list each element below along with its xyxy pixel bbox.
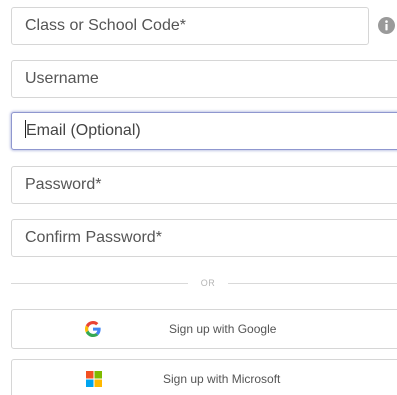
confirm-password-placeholder: Confirm Password* [25, 229, 162, 246]
google-signup-label: Sign up with Google [169, 322, 277, 336]
or-divider: OR [11, 278, 397, 288]
info-icon[interactable] [378, 17, 395, 34]
confirm-password-input[interactable]: Confirm Password* [11, 219, 397, 257]
google-g-icon [85, 321, 101, 337]
or-label: OR [200, 278, 216, 288]
google-signup-button[interactable]: Sign up with Google [11, 309, 397, 349]
email-placeholder: Email (Optional) [26, 122, 141, 139]
username-input[interactable]: Username [11, 60, 397, 98]
microsoft-signup-button[interactable]: Sign up with Microsoft [11, 359, 397, 395]
password-placeholder: Password* [25, 176, 102, 193]
microsoft-signup-label: Sign up with Microsoft [163, 372, 281, 386]
class-code-placeholder: Class or School Code* [25, 17, 186, 34]
divider-line-left [11, 283, 188, 284]
username-placeholder: Username [25, 70, 99, 87]
divider-line-right [228, 283, 397, 284]
email-input[interactable]: Email (Optional) [11, 112, 397, 150]
microsoft-logo-icon [86, 371, 102, 387]
class-code-input[interactable]: Class or School Code* [11, 7, 369, 45]
signup-form: Class or School Code* Username Email (Op… [0, 0, 397, 395]
password-input[interactable]: Password* [11, 166, 397, 204]
